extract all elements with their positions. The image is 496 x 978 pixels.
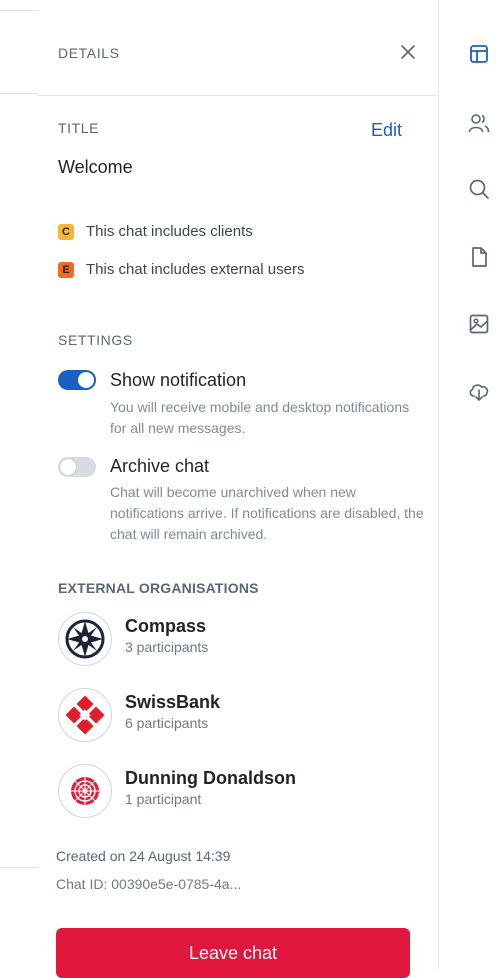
toggle-knob [60, 459, 76, 475]
details-header: DETAILS [38, 0, 438, 96]
show-notification-title: Show notification [110, 370, 247, 390]
archive-chat-description: Chat will become unarchived when new not… [110, 484, 424, 542]
org-participants: 3 participants [125, 639, 209, 655]
side-tool-rail [438, 0, 496, 970]
dunning-donaldson-logo [58, 764, 112, 818]
org-dunning-donaldson[interactable]: Dunning Donaldson 1 participant [58, 764, 398, 820]
leave-chat-button[interactable]: Leave chat [56, 928, 410, 978]
title-label: TITLE [58, 120, 100, 136]
client-badge-icon: C [58, 223, 74, 240]
settings-heading: SETTINGS [58, 332, 133, 348]
details-heading: DETAILS [58, 45, 120, 61]
archive-chat-title: Archive chat [110, 456, 210, 476]
clients-notice: This chat includes clients [86, 223, 253, 240]
org-participants: 6 participants [125, 715, 209, 731]
org-participants: 1 participant [125, 791, 202, 807]
details-panel: DETAILS TITLE Edit Welcome C This chat i… [38, 0, 439, 978]
cloud-download-icon[interactable] [468, 380, 490, 402]
org-name: SwissBank [125, 692, 221, 712]
external-organisations-heading: EXTERNAL ORGANISATIONS [58, 580, 259, 596]
org-name: Dunning Donaldson [125, 768, 296, 788]
divider [0, 93, 38, 94]
layout-icon[interactable] [468, 43, 490, 65]
divider [0, 10, 38, 11]
conversation-pane-edge [0, 0, 39, 970]
file-icon[interactable] [468, 246, 490, 268]
toggle-knob [78, 372, 94, 388]
external-badge-icon: E [58, 261, 74, 278]
external-badge-row: E This chat includes external users [58, 261, 304, 278]
close-icon [401, 45, 415, 59]
org-compass[interactable]: Compass 3 participants [58, 612, 398, 668]
title-row: TITLE Edit [58, 120, 402, 141]
chat-id: Chat ID: 00390e5e-0785-4a... [56, 876, 242, 892]
swissbank-logo [58, 688, 112, 742]
clients-badge-row: C This chat includes clients [58, 223, 253, 240]
show-notification-description: You will receive mobile and desktop noti… [110, 399, 410, 436]
edit-title-link[interactable]: Edit [371, 120, 402, 141]
search-icon[interactable] [468, 178, 490, 200]
people-icon[interactable] [468, 112, 490, 134]
org-swissbank[interactable]: SwissBank 6 participants [58, 688, 398, 744]
chat-title: Welcome [58, 157, 133, 177]
org-name: Compass [125, 616, 207, 636]
archive-chat-toggle[interactable] [58, 457, 96, 477]
divider [0, 867, 38, 868]
close-button[interactable] [396, 40, 420, 64]
external-notice: This chat includes external users [86, 261, 305, 278]
compass-logo [58, 612, 112, 666]
image-icon[interactable] [468, 313, 490, 335]
show-notification-toggle[interactable] [58, 370, 96, 390]
created-date: Created on 24 August 14:39 [56, 848, 231, 864]
